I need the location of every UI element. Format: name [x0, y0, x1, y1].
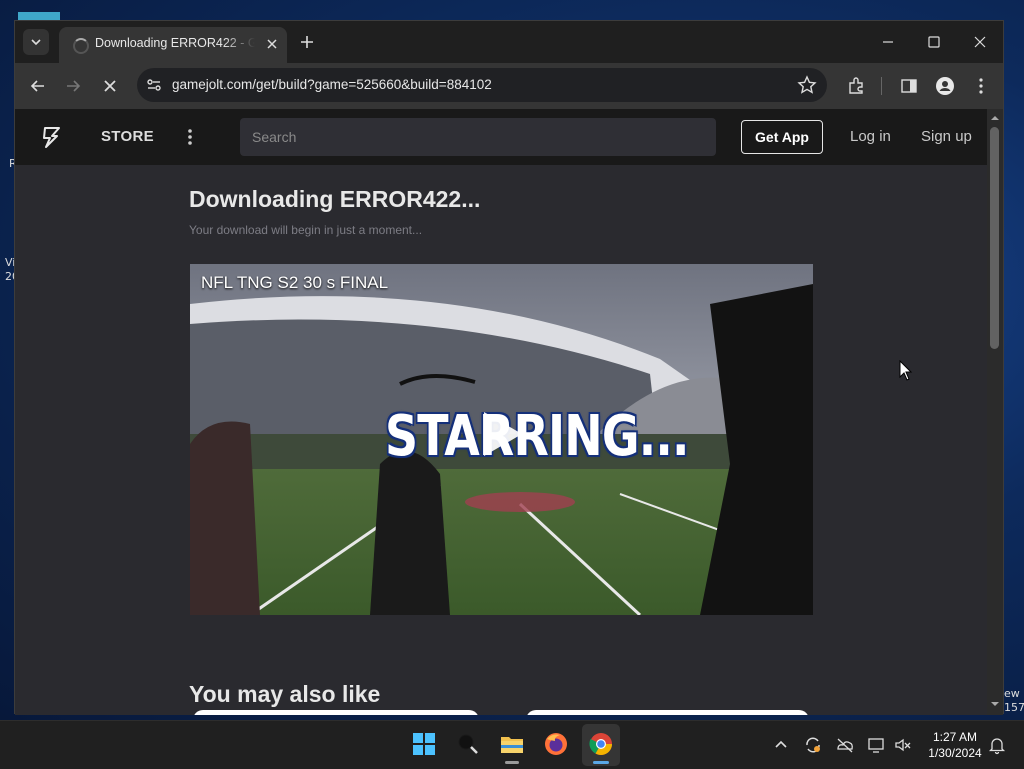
- profile-icon[interactable]: [934, 75, 956, 97]
- page-title: Downloading ERROR422...: [189, 186, 481, 212]
- file-explorer-icon[interactable]: [499, 731, 525, 757]
- windows-taskbar: 1:27 AM 1/30/2024: [0, 720, 1024, 769]
- network-icon[interactable]: [867, 735, 887, 755]
- windows-start-icon[interactable]: [411, 731, 437, 757]
- desktop-text-ew: ew: [1004, 687, 1020, 700]
- scrollbar-thumb[interactable]: [990, 127, 999, 349]
- tab-search-dropdown[interactable]: [23, 29, 49, 55]
- taskbar-indicator: [505, 761, 519, 764]
- address-bar[interactable]: gamejolt.com/get/build?game=525660&build…: [137, 68, 827, 102]
- new-tab-icon[interactable]: [297, 32, 317, 52]
- video-overlay-text: STARRING...: [385, 404, 689, 469]
- video-title: NFL TNG S2 30 s FINAL: [201, 273, 389, 292]
- more-options-icon[interactable]: [183, 126, 197, 148]
- url-text[interactable]: gamejolt.com/get/build?game=525660&build…: [172, 77, 492, 92]
- mouse-cursor-icon: [899, 360, 913, 381]
- menu-kebab-icon[interactable]: [970, 75, 992, 97]
- onedrive-offline-icon[interactable]: [835, 735, 855, 755]
- browser-tab-active[interactable]: Downloading ERROR422 - Game Jolt: [59, 27, 287, 63]
- maximize-icon[interactable]: [923, 31, 945, 53]
- stop-loading-icon[interactable]: [99, 75, 121, 97]
- clock-date[interactable]: 1/30/2024: [922, 746, 988, 760]
- page-scrollbar[interactable]: [987, 109, 1003, 715]
- back-arrow-icon[interactable]: [27, 75, 49, 97]
- forward-arrow-icon[interactable]: [62, 75, 84, 97]
- show-hidden-icons-chevron-up-icon[interactable]: [771, 735, 791, 755]
- get-app-button[interactable]: Get App: [741, 120, 823, 154]
- gamejolt-logo-icon[interactable]: [39, 125, 63, 149]
- search-icon[interactable]: [455, 731, 481, 757]
- recommended-game-card[interactable]: [193, 710, 479, 715]
- scroll-down-arrow-icon[interactable]: [990, 699, 1000, 709]
- site-settings-icon[interactable]: [145, 76, 163, 94]
- signup-link[interactable]: Sign up: [921, 128, 972, 145]
- bookmark-star-icon[interactable]: [797, 75, 817, 95]
- download-status-text: Your download will begin in just a momen…: [189, 223, 423, 237]
- browser-toolbar: gamejolt.com/get/build?game=525660&build…: [15, 63, 1003, 109]
- chevron-down-icon: [31, 39, 41, 46]
- site-header: STORE Get App Log in Sign up: [15, 109, 988, 165]
- extensions-icon[interactable]: [845, 75, 867, 97]
- browser-window: Downloading ERROR422 - Game Jolt gamejol…: [14, 20, 1004, 715]
- desktop-icon[interactable]: [18, 12, 60, 20]
- clock-time[interactable]: 1:27 AM: [922, 730, 988, 744]
- login-link[interactable]: Log in: [850, 128, 891, 145]
- page-viewport: STORE Get App Log in Sign up Downloading…: [15, 109, 988, 715]
- desktop-text-157: 157: [1004, 701, 1024, 714]
- close-tab-icon[interactable]: [263, 35, 281, 53]
- close-window-icon[interactable]: [969, 31, 991, 53]
- taskbar-active-indicator: [593, 761, 609, 764]
- volume-muted-icon[interactable]: [893, 735, 913, 755]
- site-search-input[interactable]: [240, 118, 716, 156]
- firefox-icon[interactable]: [543, 731, 569, 757]
- video-ad-player[interactable]: NFL TNG S2 30 s FINAL STARRING...: [190, 264, 813, 615]
- sync-icon[interactable]: [803, 735, 823, 755]
- store-link[interactable]: STORE: [101, 128, 154, 145]
- notifications-bell-icon[interactable]: [987, 735, 1007, 755]
- browser-titlebar: Downloading ERROR422 - Game Jolt: [15, 21, 1003, 63]
- chrome-icon[interactable]: [588, 731, 614, 757]
- minimize-icon[interactable]: [877, 31, 899, 53]
- scroll-up-arrow-icon[interactable]: [990, 113, 1000, 123]
- play-icon[interactable]: [470, 404, 530, 464]
- side-panel-icon[interactable]: [898, 75, 920, 97]
- tab-title: Downloading ERROR422 - Game Jolt: [95, 36, 255, 50]
- recommended-game-card[interactable]: [526, 710, 809, 715]
- section-heading-also-like: You may also like: [189, 681, 381, 707]
- toolbar-divider: [881, 77, 882, 95]
- loading-spinner-icon: [73, 38, 89, 54]
